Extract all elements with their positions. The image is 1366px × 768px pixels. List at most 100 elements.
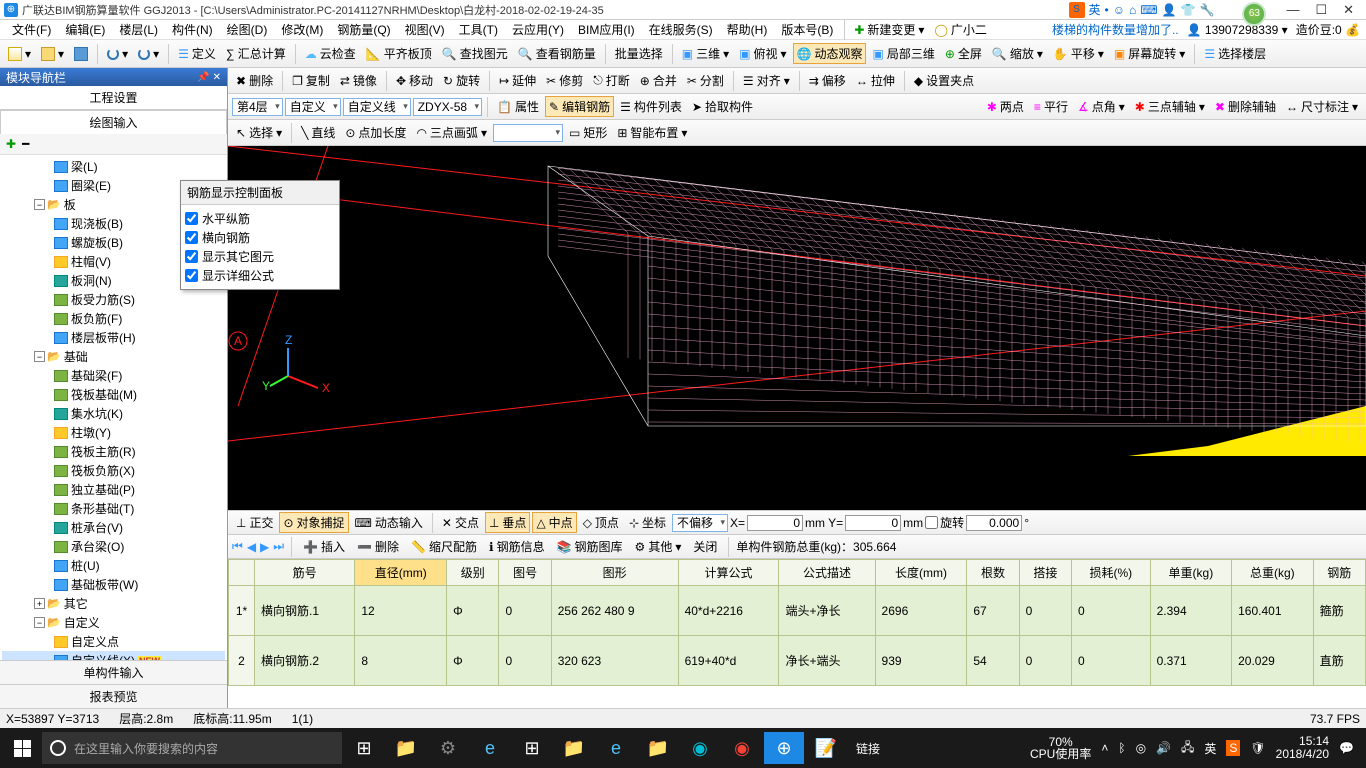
snap-perp-button[interactable]: ⊥ 垂点 — [485, 512, 530, 533]
ime-wrench[interactable]: 🔧 — [1199, 3, 1214, 17]
line-button[interactable]: ╲ 直线 — [297, 122, 339, 143]
col-header[interactable]: 图形 — [551, 560, 678, 586]
taskbar-app-4[interactable]: ⊞ — [512, 732, 552, 764]
offset-button[interactable]: ⇉ 偏移 — [805, 70, 850, 91]
stretch-button[interactable]: ↔ 拉伸 — [852, 70, 899, 91]
float-panel-title[interactable]: 钢筋显示控制面板 — [181, 181, 339, 205]
tray-shield-icon[interactable]: 🛡 — [1250, 741, 1265, 755]
tree-node[interactable]: 集水坑(K) — [2, 404, 225, 423]
member-list-button[interactable]: ☰构件列表 — [616, 96, 686, 117]
tray-ime[interactable]: 英 — [1204, 740, 1216, 757]
ortho-button[interactable]: ⊥ 正交 — [232, 512, 277, 533]
pick-member-button[interactable]: ➤拾取构件 — [688, 96, 757, 117]
ime-shirt[interactable]: 👕 — [1181, 3, 1196, 17]
sum-button[interactable]: ∑ 汇总计算 — [222, 43, 290, 64]
maximize-button[interactable]: ☐ — [1315, 2, 1327, 18]
two-point-button[interactable]: ✱两点 — [983, 96, 1028, 117]
col-header[interactable]: 总重(kg) — [1232, 560, 1313, 586]
smart-layout-button[interactable]: ⊞ 智能布置 ▾ — [613, 122, 691, 143]
type-combo[interactable]: 自定义线 — [343, 98, 411, 116]
tree-node[interactable]: 筏板负筋(X) — [2, 461, 225, 480]
taskbar-app-3[interactable]: e — [470, 732, 510, 764]
col-header[interactable]: 损耗(%) — [1071, 560, 1150, 586]
tab-report-preview[interactable]: 报表预览 — [0, 684, 227, 708]
ime-lang[interactable]: 英 — [1089, 1, 1101, 18]
menu-file[interactable]: 文件(F) — [6, 19, 57, 40]
col-header[interactable]: 单重(kg) — [1150, 560, 1231, 586]
osnap-button[interactable]: ⊙ 对象捕捉 — [279, 512, 348, 533]
topview-button[interactable]: ▣俯视 ▾ — [735, 43, 790, 64]
save-button[interactable] — [70, 45, 92, 63]
float-check[interactable]: 显示详细公式 — [185, 266, 335, 285]
tree-node[interactable]: 梁(L) — [2, 157, 225, 176]
insert-row-button[interactable]: ➕插入 — [299, 536, 349, 557]
col-header[interactable]: 筋号 — [255, 560, 355, 586]
tree-node[interactable]: −📂自定义 — [2, 613, 225, 632]
tray-bt-icon[interactable]: ᛒ — [1118, 741, 1125, 755]
ime-icon[interactable]: S — [1069, 2, 1085, 18]
break-button[interactable]: ⎋ 打断 — [589, 70, 634, 91]
tray-net-icon[interactable]: 🖧 — [1181, 738, 1194, 759]
edit-rebar-button[interactable]: ✎编辑钢筋 — [545, 96, 614, 117]
ime-smile[interactable]: ☺ — [1113, 3, 1125, 17]
taskbar-app-2[interactable]: ⚙ — [428, 732, 468, 764]
col-header[interactable]: 级别 — [447, 560, 499, 586]
float-check[interactable]: 显示其它图元 — [185, 247, 335, 266]
tray-up-icon[interactable]: ˄ — [1101, 741, 1108, 755]
taskbar-app-9[interactable]: ◉ — [722, 732, 762, 764]
y-input[interactable] — [845, 515, 901, 531]
last-icon[interactable]: ⏭ — [273, 539, 284, 554]
tree-node[interactable]: 板受力筋(S) — [2, 290, 225, 309]
tree-node[interactable]: 自定义线(X)NEW — [2, 651, 225, 660]
view3d-button[interactable]: ▣三维 ▾ — [678, 43, 733, 64]
close-button[interactable]: ✕ — [1343, 2, 1354, 18]
first-icon[interactable]: ⏮ — [232, 539, 243, 554]
float-check[interactable]: 横向钢筋 — [185, 228, 335, 247]
tab-single-input[interactable]: 单构件输入 — [0, 660, 227, 684]
mirror-button[interactable]: ⇄ 镜像 — [336, 70, 381, 91]
taskbar-app-7[interactable]: 📁 — [638, 732, 678, 764]
attr-button[interactable]: 📋属性 — [493, 96, 543, 117]
col-header[interactable]: 根数 — [967, 560, 1019, 586]
ime-mic[interactable]: ⌂ — [1129, 3, 1136, 17]
cortana-icon[interactable] — [50, 740, 66, 756]
dynamic-view-button[interactable]: 🌐动态观察 — [793, 43, 867, 64]
menu-view[interactable]: 视图(V) — [399, 19, 451, 40]
batch-select-button[interactable]: 批量选择 — [611, 43, 667, 64]
minimize-button[interactable]: — — [1286, 2, 1299, 18]
user-button[interactable]: ◯广小二 — [930, 19, 990, 40]
taskbar-search[interactable]: 在这里输入你要搜索的内容 — [42, 732, 342, 764]
dimension-button[interactable]: ↔尺寸标注 ▾ — [1282, 96, 1362, 117]
extend-button[interactable]: ↦ 延伸 — [495, 70, 540, 91]
rebar-grid[interactable]: 筋号直径(mm)级别图号图形计算公式公式描述长度(mm)根数搭接损耗(%)单重(… — [228, 558, 1366, 708]
tree-node[interactable]: 基础梁(F) — [2, 366, 225, 385]
rebar-info-button[interactable]: ℹ钢筋信息 — [485, 536, 549, 557]
collapse-icon[interactable]: ━ — [22, 137, 29, 151]
menu-version[interactable]: 版本号(B) — [775, 19, 839, 40]
define-button[interactable]: ☰定义 — [174, 43, 220, 64]
tree-node[interactable]: 条形基础(T) — [2, 499, 225, 518]
tree-node[interactable]: 基础板带(W) — [2, 575, 225, 594]
taskbar-app-1[interactable]: 📁 — [386, 732, 426, 764]
view-rebar-button[interactable]: 🔍查看钢筋量 — [514, 43, 600, 64]
find-element-button[interactable]: 🔍查找图元 — [438, 43, 512, 64]
menu-member[interactable]: 构件(N) — [166, 19, 219, 40]
menu-rebar[interactable]: 钢筋量(Q) — [331, 19, 396, 40]
ime-bar[interactable]: S 英 • ☺ ⌂ ⌨ 👤 👕 🔧 — [1069, 1, 1215, 18]
member-combo[interactable]: ZDYX-58 — [413, 98, 482, 116]
table-row[interactable]: 1*横向钢筋.112Φ0256 262 480 940*d+2216端头+净长2… — [229, 586, 1366, 636]
local3d-button[interactable]: ▣局部三维 — [868, 43, 938, 64]
scale-rebar-button[interactable]: 📏缩尺配筋 — [407, 536, 481, 557]
redo-button[interactable]: ▾ — [134, 45, 163, 63]
select-button[interactable]: ↖ 选择 ▾ — [232, 122, 286, 143]
taskbar-app-11[interactable]: 📝 — [806, 732, 846, 764]
col-header[interactable]: 直径(mm) — [355, 560, 447, 586]
other-button[interactable]: ⚙其他 ▾ — [631, 536, 686, 557]
menu-online[interactable]: 在线服务(S) — [643, 19, 719, 40]
col-header[interactable]: 钢筋 — [1313, 560, 1365, 586]
float-check[interactable]: 水平纵筋 — [185, 209, 335, 228]
tree-node[interactable]: 楼层板带(H) — [2, 328, 225, 347]
snap-coord-button[interactable]: ⊹ 坐标 — [625, 512, 670, 533]
menu-modify[interactable]: 修改(M) — [275, 19, 329, 40]
tray-ime2[interactable]: S — [1226, 740, 1240, 756]
